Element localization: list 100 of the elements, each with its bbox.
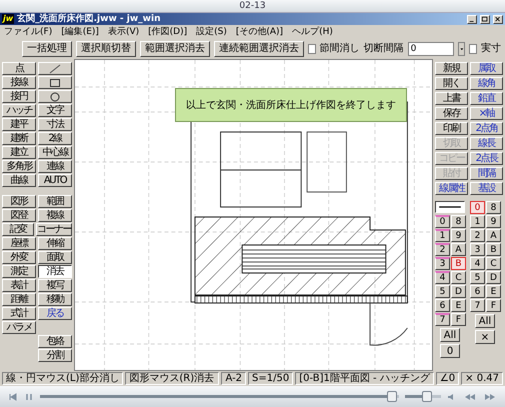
tool-button[interactable]: ハッチ [2,104,36,117]
toolbar-button[interactable]: 選択順切替 [76,41,136,57]
tool-button[interactable]: ×軸 [470,107,503,120]
checkbox[interactable] [308,44,316,54]
tool-button[interactable]: 保存 [435,107,468,120]
tool-button[interactable]: 2点角 [470,122,503,135]
tool-button[interactable]: 曲線 [2,174,36,187]
tool-button[interactable]: 外変 [2,251,36,264]
tool-button[interactable]: 伸縮 [38,237,72,250]
layer-button[interactable]: 4 [435,271,450,284]
layer-button[interactable]: 1 [435,229,450,242]
maximize-icon[interactable] [480,14,490,24]
layer-button[interactable]: 8 [451,215,466,228]
menu-item[interactable]: ファイル(F) [4,26,52,38]
rewind-icon[interactable] [463,392,477,402]
tool-button[interactable]: 消去 [38,265,72,278]
tool-button[interactable]: 開く [435,77,468,90]
tool-button[interactable]: AUTO [38,174,72,187]
tool-button[interactable]: 連線 [38,160,72,173]
layer-group-button[interactable]: 4 [470,257,485,270]
layer-group-button[interactable]: 8 [486,201,501,214]
layer-button[interactable]: A [451,243,466,256]
tool-button[interactable]: 上書 [435,92,468,105]
layer-group-button[interactable]: F [486,299,501,312]
tool-button[interactable]: 記変 [2,223,34,236]
layer-button[interactable]: 7 [435,313,450,326]
tool-button[interactable]: 表計 [2,279,36,292]
toolbar-button[interactable]: 一括処理 [22,41,72,57]
tool-button[interactable]: コーナー [36,223,72,236]
layer-button[interactable]: All [440,328,460,342]
tool-button[interactable]: 新規 [435,62,468,75]
menu-item[interactable]: [その他(A)] [236,26,284,38]
tool-button[interactable]: 基設 [470,182,503,195]
layer-group-button[interactable]: B [486,243,501,256]
layer-button[interactable]: C [451,271,466,284]
layer-group-button[interactable]: 5 [470,271,485,284]
tool-button[interactable]: 多角形 [2,160,36,173]
tool-button[interactable]: 建立 [2,146,36,159]
layer-group-button[interactable]: 0 [470,201,485,214]
tool-button[interactable]: 図登 [2,209,36,222]
tool-button[interactable]: パラメ [2,321,36,334]
tool-button[interactable]: 距離 [2,293,36,306]
pause-icon[interactable] [24,392,34,402]
circle-tool-button[interactable] [38,90,72,103]
tool-button[interactable]: 線角 [470,77,503,90]
tool-button[interactable]: 図形 [2,195,36,208]
menu-item[interactable]: 設定(S) [196,26,227,38]
layer-group-button[interactable]: D [486,271,501,284]
minimize-icon[interactable] [467,14,477,24]
layer-button[interactable]: E [451,299,466,312]
tool-button[interactable]: 範囲 [38,195,72,208]
layer-button[interactable]: 5 [435,285,450,298]
tool-button[interactable]: 線長 [470,137,503,150]
layer-group-button[interactable]: 3 [470,243,485,256]
skip-back-icon[interactable] [8,392,18,402]
layer-button[interactable]: B [451,257,466,270]
tool-button[interactable]: 建平 [2,118,36,131]
layer-button[interactable]: D [451,285,466,298]
layer-button[interactable]: 9 [451,229,466,242]
layer-button[interactable]: 3 [435,257,450,270]
layer-button[interactable]: 2 [435,243,450,256]
tool-button[interactable]: 座標 [2,237,36,250]
tool-button[interactable]: 間隔 [470,167,503,180]
layer-group-button[interactable]: 2 [470,229,485,242]
close-icon[interactable] [493,14,503,24]
menu-item[interactable]: 表示(V) [108,26,140,38]
rectangle-tool-button[interactable] [38,76,72,89]
tool-button[interactable]: 点 [2,62,36,75]
seek-thumb[interactable] [386,391,397,402]
tool-button[interactable]: 式計 [2,307,36,320]
menu-item[interactable]: [編集(E)] [61,26,99,38]
tool-button[interactable]: 接円 [2,90,36,103]
layer-button[interactable]: F [451,313,466,326]
layer-button[interactable]: 6 [435,299,450,312]
layer-group-button[interactable]: All [475,314,495,328]
tool-button[interactable]: 鉛直 [470,92,503,105]
tool-button[interactable]: 文字 [38,104,72,117]
tool-button[interactable]: 測定 [2,265,36,278]
layer-group-button[interactable]: C [486,257,501,270]
tool-button[interactable]: 2点長 [470,152,503,165]
layer-button[interactable]: 0 [440,344,460,358]
toolbar-button[interactable]: 範囲選択消去 [140,41,210,57]
layer-group-button[interactable]: 1 [470,215,485,228]
tool-button[interactable]: 分割 [38,349,72,362]
tool-button[interactable]: 線属性 [435,182,468,195]
tool-button[interactable]: 包絡 [38,335,72,348]
tool-button[interactable]: 移動 [38,293,72,306]
tool-button[interactable]: 属取 [470,62,503,75]
layer-group-button[interactable]: A [486,229,501,242]
tool-button[interactable]: 2線 [38,132,72,145]
tool-button[interactable]: 戻る [38,307,72,320]
fast-forward-icon[interactable] [483,392,497,402]
layer-group-button[interactable]: 6 [470,285,485,298]
dropdown-icon[interactable] [458,42,466,56]
tool-button[interactable]: 寸法 [38,118,72,131]
tool-button[interactable]: 接線 [2,76,36,89]
checkbox[interactable] [469,44,478,54]
toolbar-button[interactable]: 連続範囲選択消去 [214,41,304,57]
volume-thumb[interactable] [422,391,432,402]
tool-button[interactable]: 印刷 [435,122,468,135]
